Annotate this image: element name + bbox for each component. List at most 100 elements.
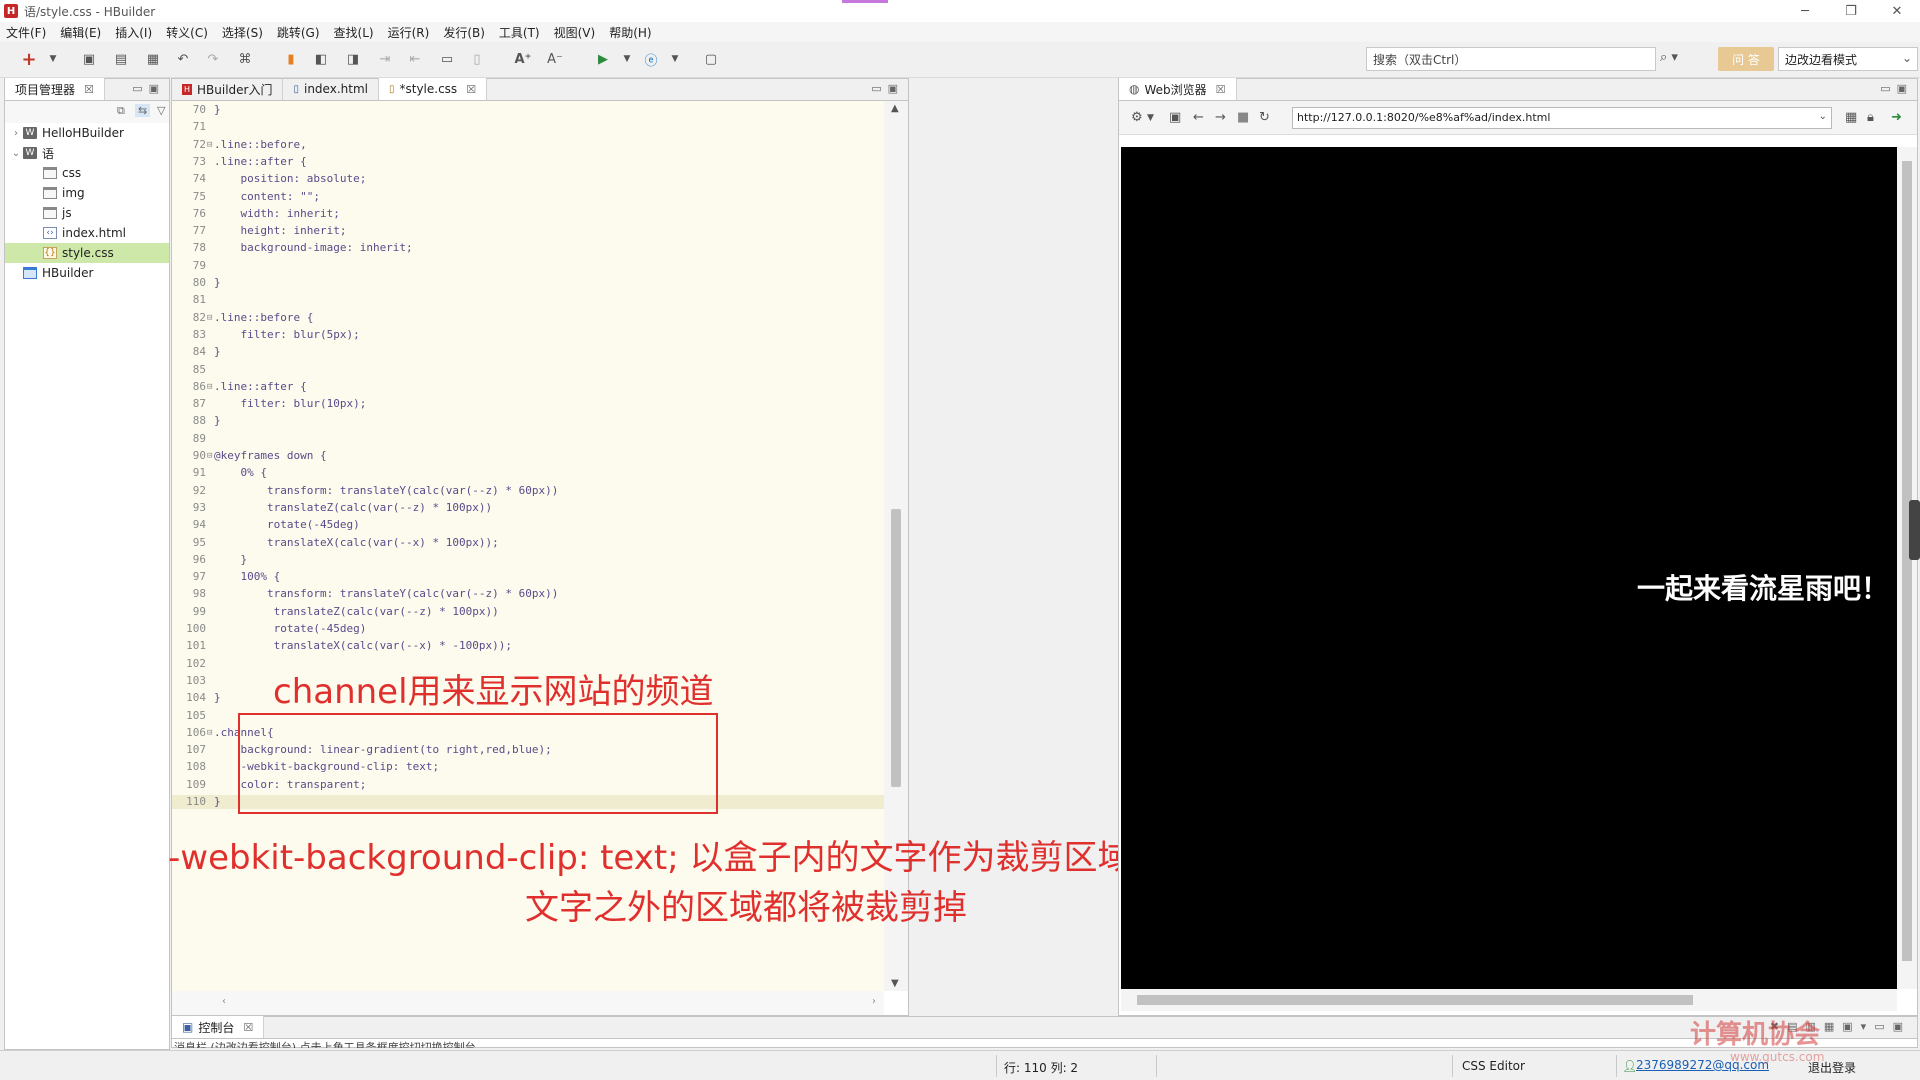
code-line[interactable]: 92 transform: translateY(calc(var(--z) *… xyxy=(172,484,884,498)
menu-escape[interactable]: 转义(C) xyxy=(166,24,208,41)
code-line[interactable]: 90 ⊟ @keyframes down { xyxy=(172,449,884,463)
scroll-thumb[interactable] xyxy=(891,509,901,787)
outline-icon[interactable]: ◧ xyxy=(312,50,330,68)
tab-style-css[interactable]: ▯ *style.css ☒ xyxy=(378,78,488,100)
code-line[interactable]: 89 xyxy=(172,432,884,446)
chevron-down-icon[interactable]: ⌄ xyxy=(1819,111,1827,122)
browser-horizontal-scrollbar[interactable] xyxy=(1121,989,1897,1011)
menu-goto[interactable]: 跳转(G) xyxy=(277,24,320,41)
font-decrease-icon[interactable]: A⁻ xyxy=(546,50,564,68)
tree-item[interactable]: js xyxy=(5,203,169,223)
back-icon[interactable]: ← xyxy=(1193,110,1204,125)
tree-item[interactable]: ⌄ W 语 xyxy=(5,143,169,163)
code-line[interactable]: 71 xyxy=(172,120,884,134)
scroll-down-icon[interactable]: ▼ xyxy=(891,978,899,989)
scroll-thumb[interactable] xyxy=(1902,161,1912,961)
collapse-all-icon[interactable]: ⧉ xyxy=(117,104,125,118)
code-line[interactable]: 85 xyxy=(172,363,884,377)
menu-run[interactable]: 运行(R) xyxy=(388,24,430,41)
code-line[interactable]: 78 background-image: inherit; xyxy=(172,241,884,255)
tree-item[interactable]: ‹› index.html xyxy=(5,223,169,243)
format-icon[interactable]: ⌘ xyxy=(236,50,254,68)
code-line[interactable]: 75 content: ""; xyxy=(172,190,884,204)
new-dropdown-icon[interactable]: ▼ xyxy=(44,50,62,68)
view-mode-select[interactable]: 边改边看模式 ⌄ xyxy=(1778,47,1918,71)
code-line[interactable]: 70} xyxy=(172,103,884,117)
search-icon[interactable]: ⌕ ▾ xyxy=(1660,50,1678,65)
code-line[interactable]: 93 translateZ(calc(var(--z) * 100px)) xyxy=(172,501,884,515)
expand-arrow-icon[interactable]: › xyxy=(9,128,23,139)
code-line[interactable]: 76 width: inherit; xyxy=(172,207,884,221)
code-line[interactable]: 97 100% { xyxy=(172,570,884,584)
code-line[interactable]: 72 ⊟ .line::before, xyxy=(172,138,884,152)
fold-toggle-icon[interactable]: ⊟ xyxy=(207,311,212,325)
menu-publish[interactable]: 发行(B) xyxy=(443,24,485,41)
scroll-thumb[interactable] xyxy=(1137,995,1693,1005)
menu-tools[interactable]: 工具(T) xyxy=(499,24,540,41)
tab-project-explorer[interactable]: 项目管理器 ☒ xyxy=(5,78,105,100)
code-line[interactable]: 80} xyxy=(172,276,884,290)
tree-item[interactable]: {} style.css xyxy=(5,243,169,263)
panel-minmax-icon[interactable]: ▭▣ xyxy=(871,82,904,95)
side-drag-handle[interactable] xyxy=(1909,500,1920,560)
run-icon[interactable]: ▶ xyxy=(594,50,612,68)
code-line[interactable]: 91 0% { xyxy=(172,466,884,480)
gear-dropdown-icon[interactable]: ▼ xyxy=(1147,113,1154,123)
maximize-button[interactable]: ❐ xyxy=(1828,0,1874,22)
code-line[interactable]: 84} xyxy=(172,345,884,359)
menu-help[interactable]: 帮助(H) xyxy=(609,24,651,41)
console-icon[interactable]: ▣ xyxy=(1169,110,1181,125)
new-icon[interactable]: + xyxy=(20,49,38,70)
view-menu-icon[interactable]: ▽ xyxy=(157,104,165,117)
close-icon[interactable]: ☒ xyxy=(84,83,94,96)
code-line[interactable]: 81 xyxy=(172,293,884,307)
save-icon[interactable]: ▣ xyxy=(80,50,98,68)
code-line[interactable]: 74 position: absolute; xyxy=(172,172,884,186)
scroll-up-icon[interactable]: ▲ xyxy=(891,103,899,114)
browser-viewport[interactable]: 一起来看流星雨吧！ xyxy=(1121,147,1897,989)
save-all-icon[interactable]: ▤ xyxy=(112,50,130,68)
menu-find[interactable]: 查找(L) xyxy=(334,24,374,41)
editor-horizontal-scrollbar[interactable]: ‹ › xyxy=(172,991,884,1015)
qrcode-icon[interactable]: ▦ xyxy=(1845,110,1857,125)
code-line[interactable]: 99 translateZ(calc(var(--z) * 100px)) xyxy=(172,605,884,619)
tab-console[interactable]: ▣ 控制台 ☒ xyxy=(172,1016,265,1038)
gear-icon[interactable]: ⚙ xyxy=(1131,110,1143,125)
export-icon[interactable]: ◨ xyxy=(344,50,362,68)
tree-item[interactable]: HBuilder xyxy=(5,263,169,283)
lock-icon[interactable]: 🔒︎ xyxy=(1867,110,1874,125)
url-input[interactable]: http://127.0.0.1:8020/%e8%af%ad/index.ht… xyxy=(1292,107,1832,129)
outdent-icon[interactable]: ⇤ xyxy=(406,50,424,68)
minimize-button[interactable]: ─ xyxy=(1782,0,1828,22)
panel-minmax-icon[interactable]: ▭▣ xyxy=(1880,82,1913,95)
code-line[interactable]: 86 ⊟ .line::after { xyxy=(172,380,884,394)
go-arrow-icon[interactable]: ➜ xyxy=(1891,110,1902,125)
menu-view[interactable]: 视图(V) xyxy=(554,24,596,41)
tree-item[interactable]: img xyxy=(5,183,169,203)
code-line[interactable]: 83 filter: blur(5px); xyxy=(172,328,884,342)
menu-insert[interactable]: 插入(I) xyxy=(115,24,152,41)
undo-icon[interactable]: ↶ xyxy=(174,50,192,68)
tree-item[interactable]: › W HelloHBuilder xyxy=(5,123,169,143)
link-editor-icon[interactable]: ⇆ xyxy=(135,104,151,117)
code-line[interactable]: 82 ⊟ .line::before { xyxy=(172,311,884,325)
browser-dropdown-icon[interactable]: ▼ xyxy=(666,50,684,68)
search-input[interactable]: 搜索（双击Ctrl） xyxy=(1366,47,1656,71)
close-icon[interactable]: ☒ xyxy=(243,1021,253,1034)
code-line[interactable]: 73 .line::after { xyxy=(172,155,884,169)
code-line[interactable]: 79 xyxy=(172,259,884,273)
run-dropdown-icon[interactable]: ▼ xyxy=(618,50,636,68)
code-line[interactable]: 94 rotate(-45deg) xyxy=(172,518,884,532)
code-line[interactable]: 87 filter: blur(10px); xyxy=(172,397,884,411)
code-line[interactable]: 100 rotate(-45deg) xyxy=(172,622,884,636)
menu-file[interactable]: 文件(F) xyxy=(6,24,46,41)
tab-web-browser[interactable]: ◍ Web浏览器 ☒ xyxy=(1119,78,1237,100)
browser-vertical-scrollbar[interactable] xyxy=(1897,147,1917,989)
fold-toggle-icon[interactable]: ⊟ xyxy=(207,449,212,463)
indent-icon[interactable]: ⇥ xyxy=(376,50,394,68)
redo-icon[interactable]: ↷ xyxy=(204,50,222,68)
refresh-icon[interactable]: ↻ xyxy=(1259,110,1270,125)
code-line[interactable]: 88} xyxy=(172,414,884,428)
comment-icon[interactable]: ▭ xyxy=(438,50,456,68)
code-line[interactable]: 96 } xyxy=(172,553,884,567)
